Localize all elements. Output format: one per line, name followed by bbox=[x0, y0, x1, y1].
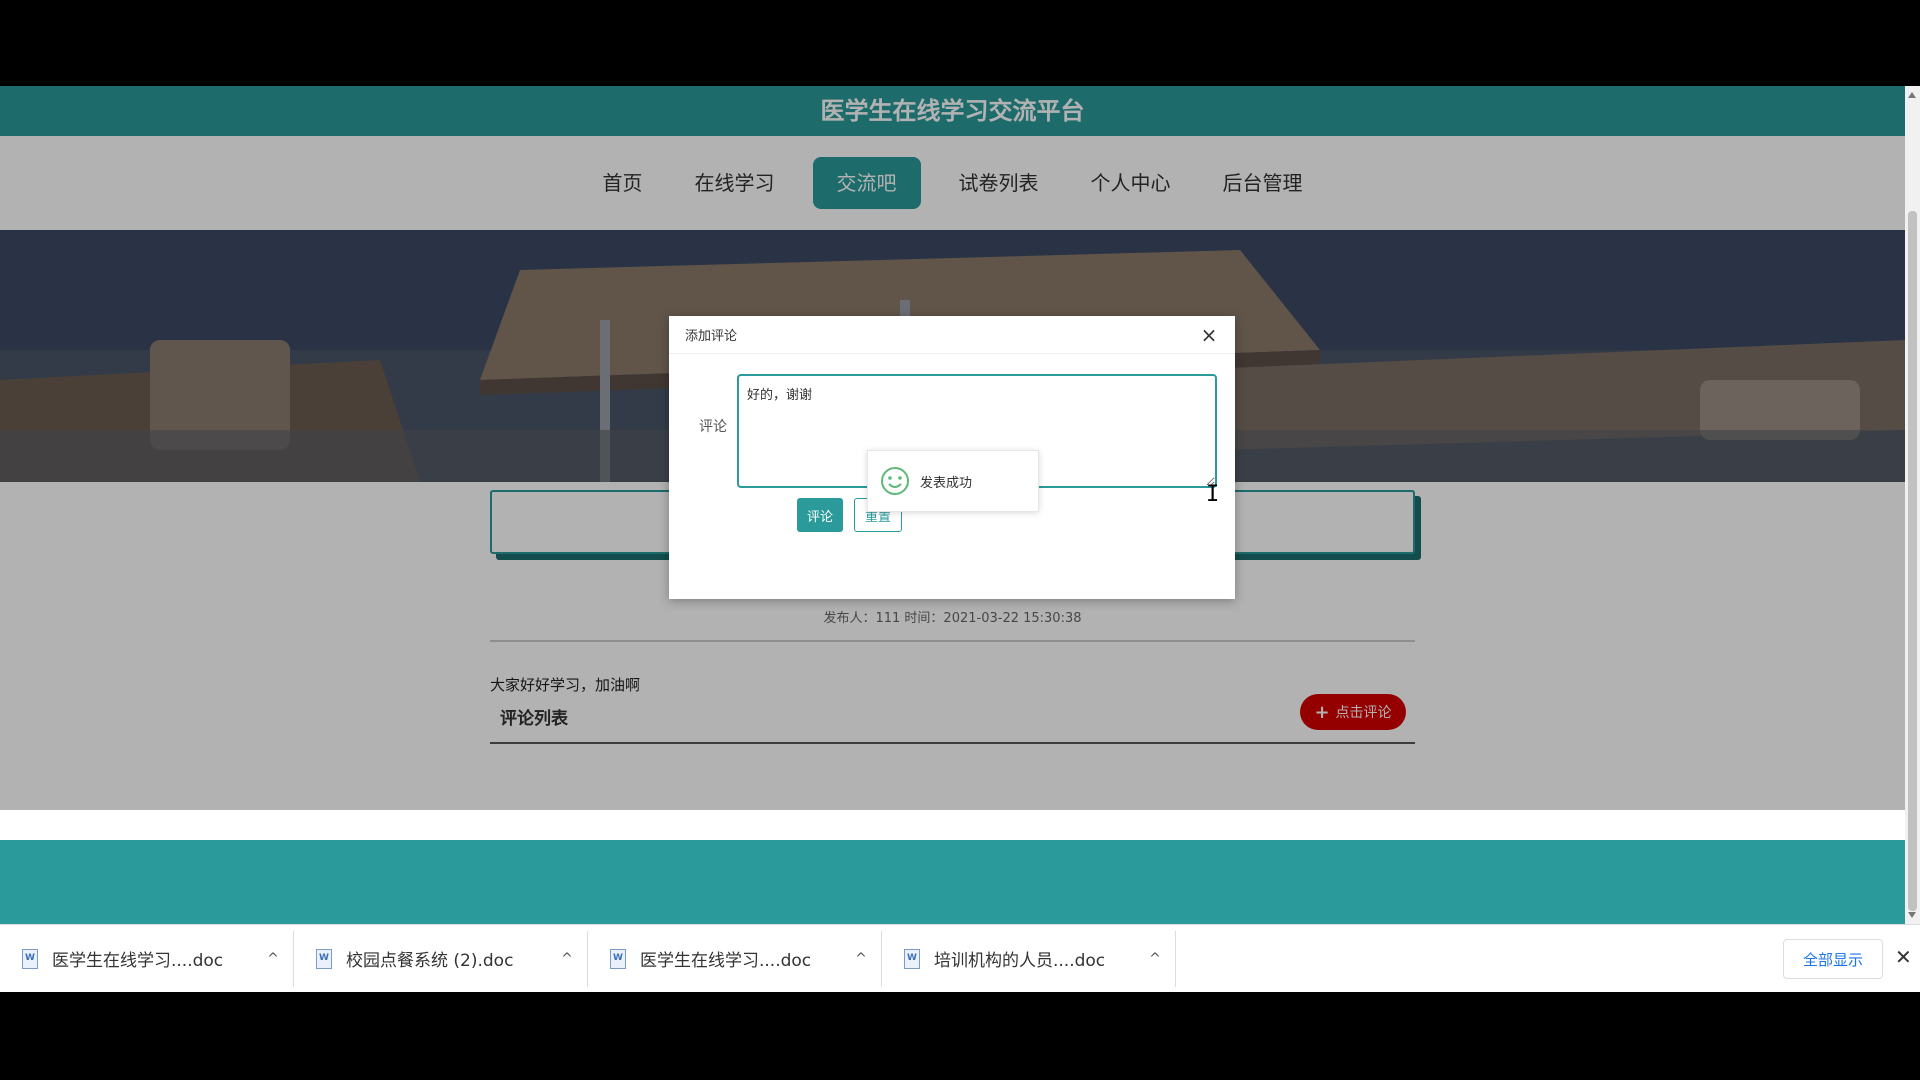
dialog-header: 添加评论 × bbox=[669, 316, 1235, 354]
success-toast: 发表成功 bbox=[867, 450, 1039, 512]
comment-field-label: 评论 bbox=[699, 419, 727, 435]
scrollbar-thumb[interactable] bbox=[1908, 211, 1917, 911]
footer bbox=[0, 840, 1905, 924]
chevron-up-icon[interactable]: ^ bbox=[1135, 951, 1175, 967]
download-item[interactable]: 医学生在线学习....doc ^ bbox=[0, 930, 294, 987]
toast-message: 发表成功 bbox=[920, 475, 973, 491]
download-item[interactable]: 医学生在线学习....doc ^ bbox=[588, 930, 882, 987]
submit-comment-button[interactable]: 评论 bbox=[797, 498, 843, 532]
browser-page: 医学生在线学习交流平台 首页 在线学习 交流吧 试卷列表 个人中心 后台管理 发… bbox=[0, 86, 1905, 924]
download-bar: 医学生在线学习....doc ^ 校园点餐系统 (2).doc ^ 医学生在线学… bbox=[0, 924, 1920, 992]
word-doc-icon bbox=[316, 948, 332, 969]
download-filename: 校园点餐系统 (2).doc bbox=[346, 951, 514, 971]
page-scrollbar[interactable] bbox=[1905, 86, 1920, 924]
download-item[interactable]: 培训机构的人员....doc ^ bbox=[882, 930, 1176, 987]
word-doc-icon bbox=[22, 948, 38, 969]
chevron-up-icon[interactable]: ^ bbox=[253, 951, 293, 967]
word-doc-icon bbox=[904, 948, 920, 969]
scroll-up-icon[interactable] bbox=[1908, 92, 1916, 98]
screen: 医学生在线学习交流平台 首页 在线学习 交流吧 试卷列表 个人中心 后台管理 发… bbox=[0, 0, 1920, 1080]
word-doc-icon bbox=[610, 948, 626, 969]
dialog-title: 添加评论 bbox=[685, 329, 738, 344]
chevron-up-icon[interactable]: ^ bbox=[841, 951, 881, 967]
text-cursor-icon: I bbox=[1206, 482, 1220, 507]
close-icon[interactable]: ✕ bbox=[1895, 945, 1912, 969]
chevron-up-icon[interactable]: ^ bbox=[547, 951, 587, 967]
download-item[interactable]: 校园点餐系统 (2).doc ^ bbox=[294, 930, 588, 987]
close-icon[interactable]: × bbox=[1199, 323, 1219, 347]
scroll-down-icon[interactable] bbox=[1908, 912, 1916, 918]
show-all-button[interactable]: 全部显示 bbox=[1783, 939, 1883, 979]
download-filename: 培训机构的人员....doc bbox=[934, 951, 1106, 971]
download-filename: 医学生在线学习....doc bbox=[640, 951, 812, 971]
download-filename: 医学生在线学习....doc bbox=[52, 951, 224, 971]
smile-icon bbox=[881, 467, 909, 495]
modal-overlay[interactable]: 添加评论 × 评论 好的，谢谢 评论 重置 发表成功 I bbox=[0, 86, 1905, 810]
